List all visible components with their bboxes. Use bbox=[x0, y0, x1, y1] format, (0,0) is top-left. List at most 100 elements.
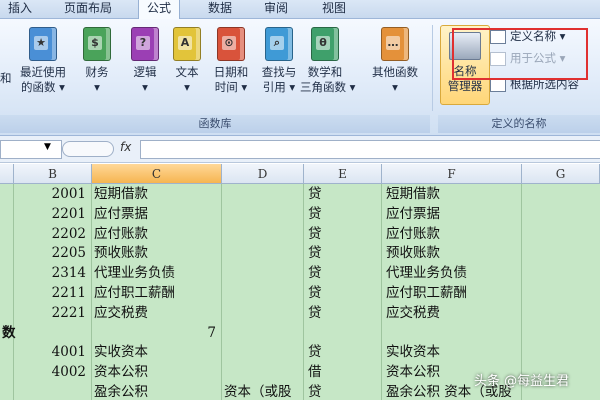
text-label-1: 文本 bbox=[175, 65, 199, 79]
function-button-mathtrig[interactable]: θ 数学和 三角函数 ▾ bbox=[300, 25, 356, 95]
cell-f[interactable]: 代理业务负债 bbox=[386, 263, 467, 283]
tab-data[interactable]: 数据 bbox=[208, 0, 232, 18]
cell-e[interactable]: 贷 bbox=[308, 342, 322, 362]
column-header-a-partial[interactable] bbox=[0, 164, 14, 184]
highlight-box bbox=[452, 28, 588, 80]
watermark: 头条 @每益生君 bbox=[474, 374, 570, 389]
cell-b[interactable]: 2314 bbox=[16, 263, 86, 283]
cell-f[interactable]: 实收资本 bbox=[386, 342, 440, 362]
mathtrig-label-1: 数学和 bbox=[307, 65, 343, 79]
cell-c_num[interactable]: 7 bbox=[150, 323, 216, 343]
column-header-b[interactable]: B bbox=[14, 164, 92, 184]
lookup-label-2: 引用 ▾ bbox=[262, 80, 296, 94]
column-header-f[interactable]: F bbox=[382, 164, 522, 184]
cell-e[interactable]: 贷 bbox=[308, 224, 322, 244]
cell-f[interactable]: 应付账款 bbox=[386, 224, 440, 244]
name-box[interactable] bbox=[0, 140, 62, 159]
cell-c[interactable]: 实收资本 bbox=[94, 342, 148, 362]
cell-b[interactable] bbox=[16, 323, 86, 343]
recent-label-1: 最近使用 bbox=[20, 65, 66, 79]
column-header-c[interactable]: C bbox=[92, 164, 222, 184]
insert-function-icon[interactable]: fx bbox=[120, 140, 131, 154]
datetime-label-2: 时间 ▾ bbox=[214, 80, 248, 94]
cell-d[interactable]: 资本（或股 bbox=[224, 382, 292, 400]
column-header-e[interactable]: E bbox=[304, 164, 382, 184]
cell-b[interactable]: 4002 bbox=[16, 362, 86, 382]
cell-c[interactable]: 盈余公积 bbox=[94, 382, 148, 400]
cell-b[interactable]: 2211 bbox=[16, 283, 86, 303]
ribbon-formulas: 和 ★ 最近使用 的函数 ▾ $ 财务 ▾? 逻辑 ▾ A 文本 ▾ ⊙ 日期和 时间 ▾ ⌕ 查找与 引用 ▾… bbox=[0, 19, 600, 136]
group-separator bbox=[432, 25, 433, 111]
function-button-datetime[interactable]: ⊙ 日期和 时间 ▾ bbox=[206, 25, 256, 95]
column-header-g[interactable]: G bbox=[522, 164, 600, 184]
cell-c[interactable]: 应交税费 bbox=[94, 303, 148, 323]
mathtrig-book-icon: θ bbox=[311, 27, 339, 61]
financial-label-2: ▾ bbox=[94, 80, 100, 94]
cell-e[interactable]: 借 bbox=[308, 362, 322, 382]
cell-f[interactable]: 短期借款 bbox=[386, 184, 440, 204]
text-book-icon: A bbox=[173, 27, 201, 61]
column-header-d[interactable]: D bbox=[222, 164, 304, 184]
cell-e[interactable]: 贷 bbox=[308, 283, 322, 303]
cell-c[interactable]: 短期借款 bbox=[94, 184, 148, 204]
cell-b[interactable]: 2221 bbox=[16, 303, 86, 323]
cell-f[interactable]: 应交税费 bbox=[386, 303, 440, 323]
name-box-dropdown-icon[interactable]: ▼ bbox=[44, 142, 51, 152]
cell-c[interactable]: 资本公积 bbox=[94, 362, 148, 382]
financial-book-icon: $ bbox=[83, 27, 111, 61]
datetime-label-1: 日期和 bbox=[213, 65, 249, 79]
cell-b[interactable] bbox=[16, 382, 86, 400]
more-book-icon: … bbox=[381, 27, 409, 61]
tab-review[interactable]: 审阅 bbox=[264, 0, 288, 18]
recent-book-icon: ★ bbox=[29, 27, 57, 61]
cell-c[interactable]: 预收账款 bbox=[94, 243, 148, 263]
tab-page-layout[interactable]: 页面布局 bbox=[64, 0, 112, 18]
cell-e[interactable]: 贷 bbox=[308, 382, 322, 400]
defined-names-group-label: 定义的名称 bbox=[438, 115, 600, 133]
ribbon-tabs: 插入 页面布局 公式 数据 审阅 视图 bbox=[0, 0, 600, 19]
cell-f[interactable]: 应付票据 bbox=[386, 204, 440, 224]
worksheet-grid[interactable]: 2001 短期借款贷短期借款 2201 应付票据贷应付票据 2202 应付账款贷应付账款 2… bbox=[0, 184, 600, 400]
autosum-label-fragment[interactable]: 和 bbox=[0, 71, 12, 86]
cell-b[interactable]: 2205 bbox=[16, 243, 86, 263]
lookup-book-icon: ⌕ bbox=[265, 27, 293, 61]
more-label-1: 其他函数 bbox=[372, 65, 418, 79]
cell-b[interactable]: 2202 bbox=[16, 224, 86, 244]
name-manager-label-2: 管理器 bbox=[447, 79, 483, 93]
more-label-2: ▾ bbox=[392, 80, 398, 94]
cell-c[interactable]: 应付职工薪酬 bbox=[94, 283, 175, 303]
function-button-more[interactable]: … 其他函数 ▾ bbox=[370, 25, 420, 95]
function-button-recent[interactable]: ★ 最近使用 的函数 ▾ bbox=[18, 25, 68, 95]
cell-e[interactable]: 贷 bbox=[308, 243, 322, 263]
lookup-label-1: 查找与 bbox=[261, 65, 297, 79]
mathtrig-label-2: 三角函数 ▾ bbox=[300, 80, 356, 94]
cell-b[interactable]: 2201 bbox=[16, 204, 86, 224]
function-button-lookup[interactable]: ⌕ 查找与 引用 ▾ bbox=[254, 25, 304, 95]
tab-insert[interactable]: 插入 bbox=[8, 0, 32, 18]
formula-input[interactable] bbox=[140, 140, 600, 159]
tab-formulas[interactable]: 公式 bbox=[138, 0, 181, 19]
cell-e[interactable]: 贷 bbox=[308, 303, 322, 323]
cell-f[interactable]: 资本公积 bbox=[386, 362, 440, 382]
text-label-2: ▾ bbox=[184, 80, 190, 94]
cell-e[interactable]: 贷 bbox=[308, 184, 322, 204]
formula-bar-resize-handle[interactable] bbox=[62, 141, 114, 157]
tab-view[interactable]: 视图 bbox=[322, 0, 346, 18]
cell-f[interactable]: 预收账款 bbox=[386, 243, 440, 263]
function-library-group-label: 函数库 bbox=[0, 115, 430, 133]
cell-b[interactable]: 2001 bbox=[16, 184, 86, 204]
function-button-financial[interactable]: $ 财务 ▾ bbox=[72, 25, 122, 95]
cell-c[interactable]: 代理业务负债 bbox=[94, 263, 175, 283]
cell-c[interactable]: 应付票据 bbox=[94, 204, 148, 224]
recent-label-2: 的函数 ▾ bbox=[21, 80, 65, 94]
datetime-book-icon: ⊙ bbox=[217, 27, 245, 61]
cell-f[interactable]: 应付职工薪酬 bbox=[386, 283, 467, 303]
function-button-text[interactable]: A 文本 ▾ bbox=[162, 25, 212, 95]
financial-label-1: 财务 bbox=[85, 65, 109, 79]
cell-c[interactable]: 应付账款 bbox=[94, 224, 148, 244]
cell-a[interactable]: 数 bbox=[2, 323, 16, 343]
formula-bar: ▼ fx bbox=[0, 136, 600, 163]
cell-e[interactable]: 贷 bbox=[308, 263, 322, 283]
cell-b[interactable]: 4001 bbox=[16, 342, 86, 362]
cell-e[interactable]: 贷 bbox=[308, 204, 322, 224]
